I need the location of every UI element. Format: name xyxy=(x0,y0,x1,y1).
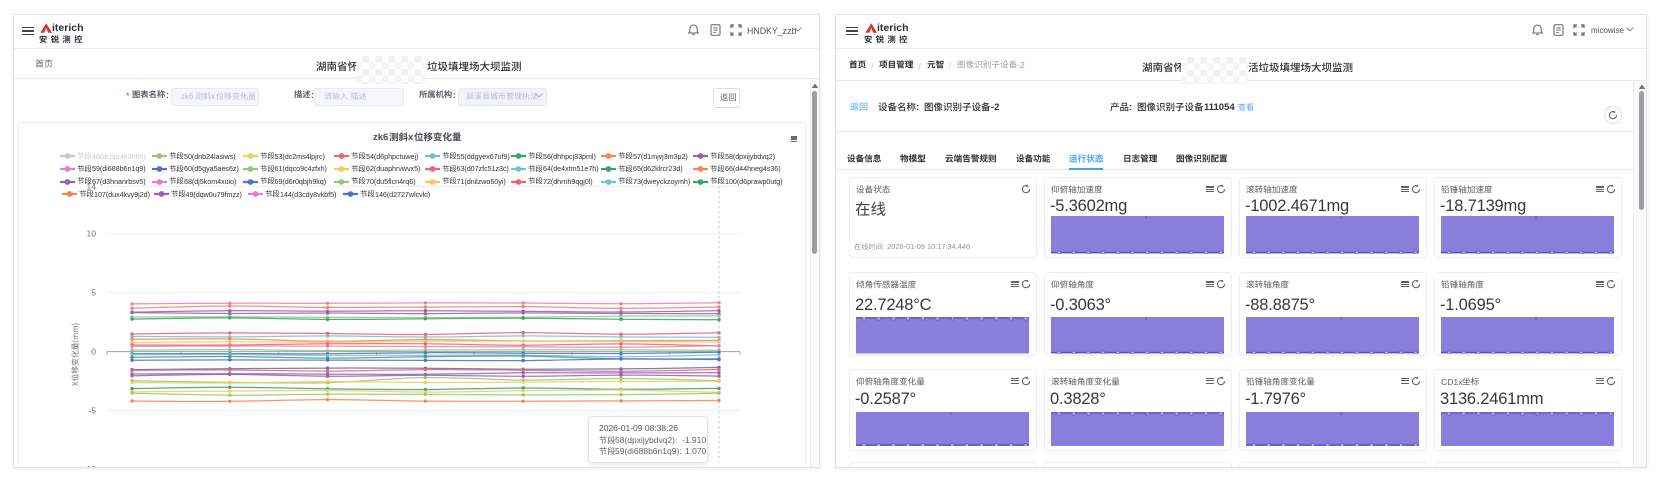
svg-text:5: 5 xyxy=(91,288,96,298)
svg-text:10: 10 xyxy=(87,229,97,239)
svg-text:-5: -5 xyxy=(88,406,96,416)
svg-text:0: 0 xyxy=(91,347,96,357)
svg-text:14: 14 xyxy=(87,181,97,191)
svg-text:-10: -10 xyxy=(84,464,97,468)
